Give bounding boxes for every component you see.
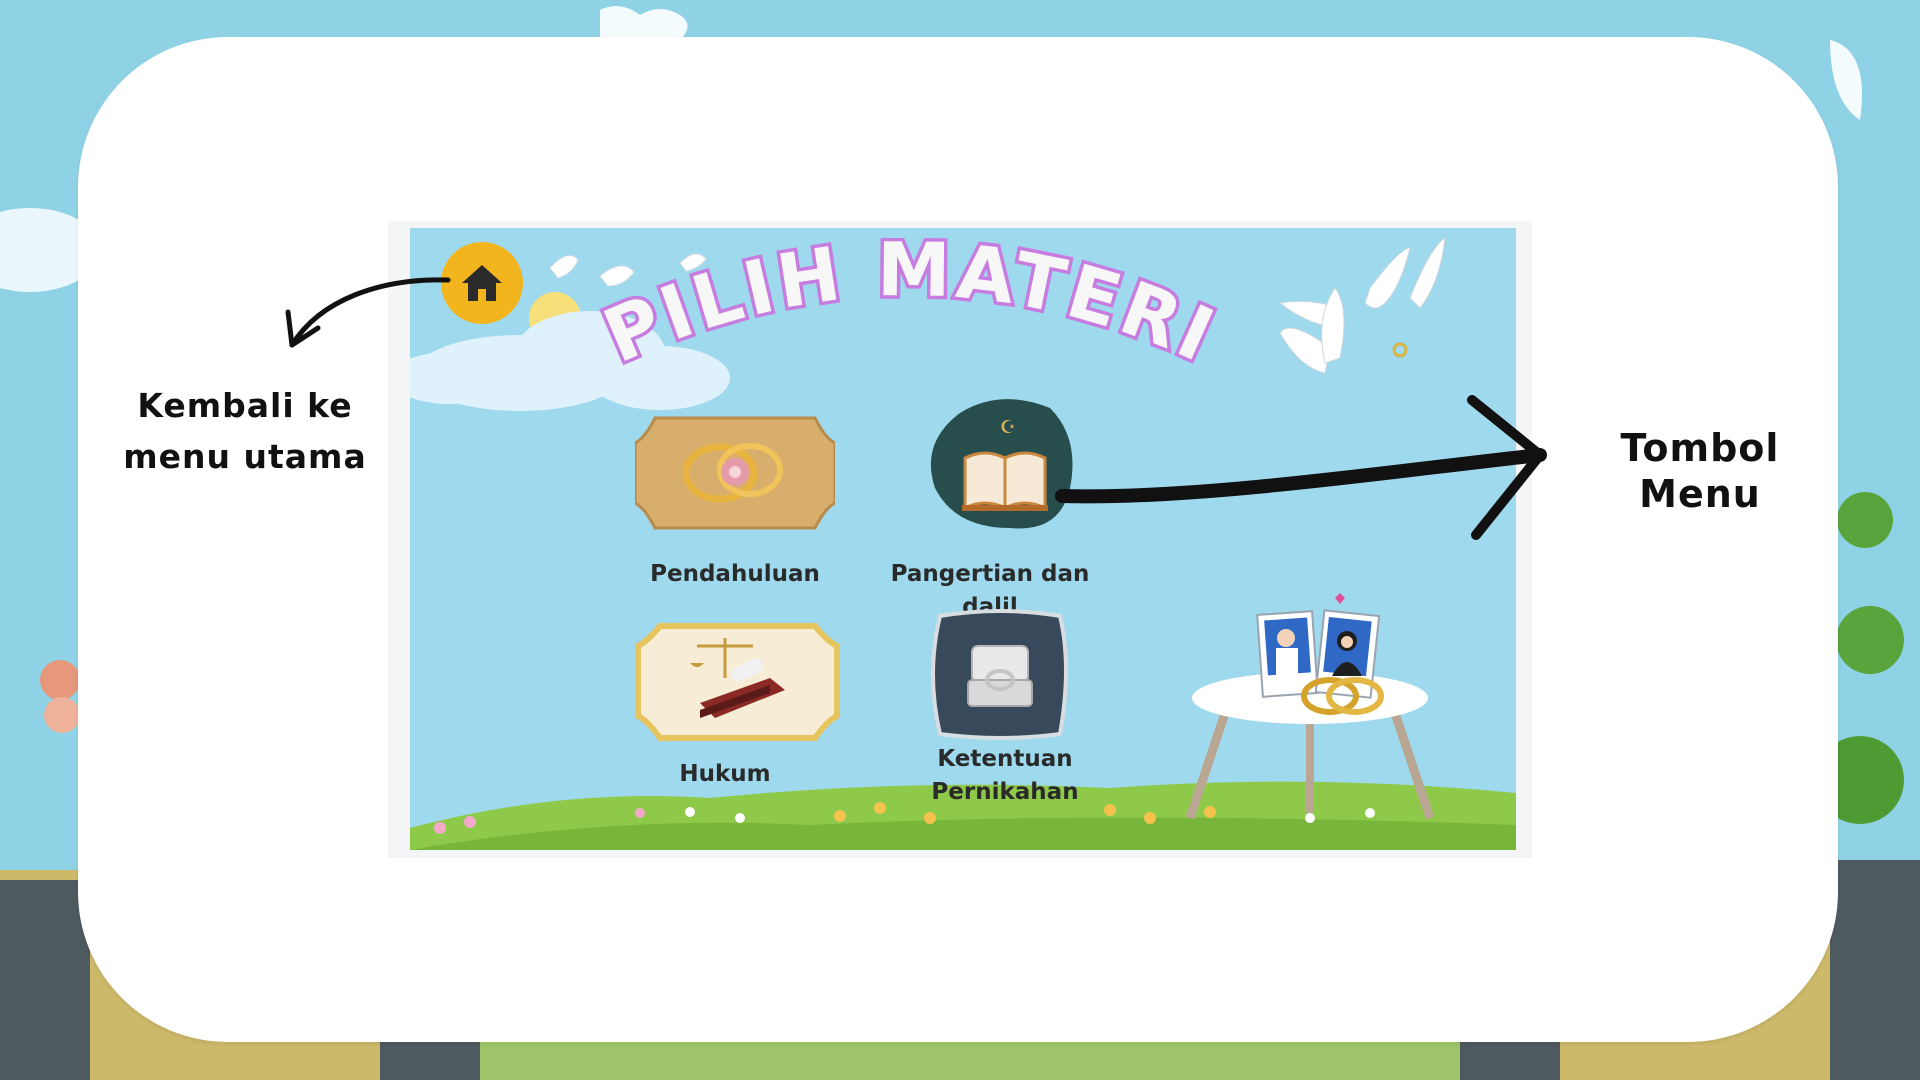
home-icon <box>462 265 502 301</box>
menu-item-pendahuluan[interactable]: Pendahuluan <box>635 408 865 587</box>
menu-item-hukum[interactable]: Hukum <box>635 618 845 798</box>
menu-item-label: Pendahuluan <box>650 561 820 587</box>
wedding-rings-icon <box>635 416 835 530</box>
svg-text:☪: ☪ <box>1000 417 1016 438</box>
menu-item-label: Hukum <box>679 761 771 787</box>
svg-text:PILIH MATERI: PILIH MATERI <box>592 238 1229 378</box>
quran-book-icon: ☪ <box>930 399 1073 529</box>
home-button[interactable] <box>441 242 523 324</box>
annotation-menu-button: Tombol Menu <box>1620 426 1780 516</box>
page-title: PILIH MATERI <box>589 238 1229 378</box>
menu-item-ketentuan-pernikahan[interactable]: Ketentuan Pernikahan <box>890 608 1120 808</box>
scales-of-justice-icon <box>635 623 840 741</box>
menu-item-pangertian-dan-dalil[interactable]: ☪ Pangertian dan dalil <box>860 393 1120 620</box>
annotation-back-to-main-menu: Kembali ke menu utama <box>123 386 367 476</box>
app-menu-screenshot: PILIH MATERI Pendahuluan ☪ Pangertian da… <box>410 228 1516 850</box>
menu-item-label: Ketentuan Pernikahan <box>931 746 1079 805</box>
ring-box-icon <box>931 609 1068 740</box>
